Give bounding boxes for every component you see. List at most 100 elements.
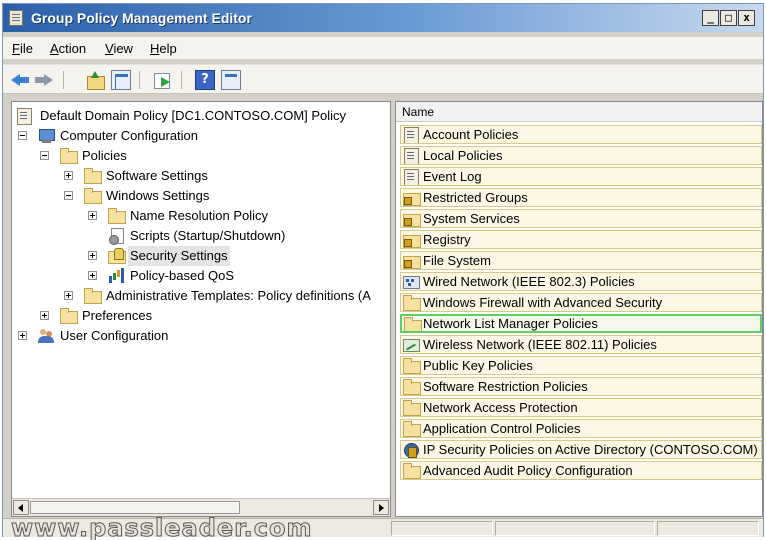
list-item-wireless-network[interactable]: Wireless Network (IEEE 802.11) Policies [400,335,762,354]
minimize-button[interactable]: _ [702,10,719,26]
collapse-toggle[interactable] [64,191,73,200]
list-item-file-system[interactable]: File System [400,251,762,270]
column-header-name[interactable]: Name [396,102,762,122]
details-list[interactable]: Name Account Policies Local Policies Eve… [395,101,763,517]
list-item-label: Advanced Audit Policy Configuration [423,463,633,478]
list-item-label: Account Policies [423,127,519,142]
expand-toggle[interactable] [40,311,49,320]
menu-bar: File Action View Help [3,37,763,59]
list-item-advanced-audit[interactable]: Advanced Audit Policy Configuration [400,461,762,480]
scroll-left-button[interactable] [13,500,29,515]
list-item-network-list-manager[interactable]: Network List Manager Policies [400,314,762,333]
tree-item-label: Software Settings [106,168,208,183]
scrollbar-thumb[interactable] [30,501,240,514]
wireless-network-icon [403,337,420,352]
folder-icon [403,358,421,374]
close-button[interactable]: x [738,10,755,26]
tree-item-label: Scripts (Startup/Shutdown) [130,228,286,243]
policy-icon [16,108,33,125]
security-settings-icon [108,248,126,264]
folder-icon [403,400,421,416]
policy-icon [403,169,420,185]
expand-toggle[interactable] [88,211,97,220]
tree-item-label: Computer Configuration [60,128,199,143]
menu-view[interactable]: View [105,41,133,56]
list-item-label: Network List Manager Policies [423,316,598,331]
list-item-application-control[interactable]: Application Control Policies [400,419,762,438]
back-icon[interactable] [11,70,31,90]
ipsec-icon [403,442,420,458]
folder-icon [403,379,421,395]
collapse-toggle[interactable] [18,131,27,140]
forward-icon[interactable] [35,70,55,90]
list-item-label: File System [423,253,491,268]
app-icon [9,10,23,26]
locked-folder-icon [403,190,421,206]
maximize-button[interactable]: □ [720,10,737,26]
properties-icon[interactable] [221,70,241,90]
status-cell [391,521,493,536]
folder-icon [403,463,421,479]
expand-toggle[interactable] [64,171,73,180]
list-item-label: Local Policies [423,148,503,163]
tree-item-label: Security Settings [128,246,230,266]
computer-icon [38,128,55,143]
list-item-local-policies[interactable]: Local Policies [400,146,762,165]
scroll-right-button[interactable] [373,500,389,515]
expand-toggle[interactable] [64,291,73,300]
console-tree[interactable]: Default Domain Policy [DC1.CONTOSO.COM] … [11,101,391,517]
toolbar-separator [139,71,140,89]
expand-toggle[interactable] [88,251,97,260]
list-item-label: Public Key Policies [423,358,533,373]
qos-chart-icon [108,268,125,283]
list-item-network-access-protection[interactable]: Network Access Protection [400,398,762,417]
locked-folder-icon [403,253,421,269]
list-item-account-policies[interactable]: Account Policies [400,125,762,144]
list-item-restricted-groups[interactable]: Restricted Groups [400,188,762,207]
list-item-system-services[interactable]: System Services [400,209,762,228]
folder-icon [84,168,102,184]
list-item-public-key[interactable]: Public Key Policies [400,356,762,375]
folder-icon [84,288,102,304]
wired-network-icon [403,274,420,289]
menu-file[interactable]: File [12,41,33,56]
folder-icon [84,188,102,204]
scripts-icon [108,228,125,245]
collapse-toggle[interactable] [40,151,49,160]
list-item-event-log[interactable]: Event Log [400,167,762,186]
list-item-label: IP Security Policies on Active Directory… [423,442,758,457]
tree-item-label: Default Domain Policy [DC1.CONTOSO.COM] … [40,108,347,123]
toolbar-separator [181,71,182,89]
folder-icon [60,308,78,324]
up-folder-icon[interactable] [85,70,105,90]
status-cell [495,521,655,536]
policy-icon [403,127,420,143]
watermark-text: www.passleader.com [10,514,313,540]
list-item-ip-security[interactable]: IP Security Policies on Active Directory… [400,440,762,459]
status-bar: www.passleader.com [3,514,763,540]
export-list-icon[interactable] [153,70,173,90]
menu-action[interactable]: Action [50,41,86,56]
group-policy-editor-window: Group Policy Management Editor _ □ x Fil… [2,3,764,540]
help-icon[interactable]: ? [195,70,215,90]
list-item-windows-firewall[interactable]: Windows Firewall with Advanced Security [400,293,762,312]
users-icon [38,328,55,343]
title-bar[interactable]: Group Policy Management Editor _ □ x [3,4,763,32]
expand-toggle[interactable] [18,331,27,340]
menu-help[interactable]: Help [150,41,177,56]
list-item-label: Network Access Protection [423,400,578,415]
policy-icon [403,148,420,164]
list-item-software-restriction[interactable]: Software Restriction Policies [400,377,762,396]
window-controls: _ □ x [702,10,755,26]
list-item-label: Registry [423,232,471,247]
show-hide-tree-icon[interactable] [111,70,131,90]
locked-folder-icon [403,211,421,227]
expand-toggle[interactable] [88,271,97,280]
list-item-label: Restricted Groups [423,190,528,205]
list-item-wired-network[interactable]: Wired Network (IEEE 802.3) Policies [400,272,762,291]
list-item-registry[interactable]: Registry [400,230,762,249]
window-title: Group Policy Management Editor [31,10,252,26]
locked-folder-icon [403,232,421,248]
list-item-label: Wireless Network (IEEE 802.11) Policies [423,337,657,352]
folder-icon [403,295,421,311]
